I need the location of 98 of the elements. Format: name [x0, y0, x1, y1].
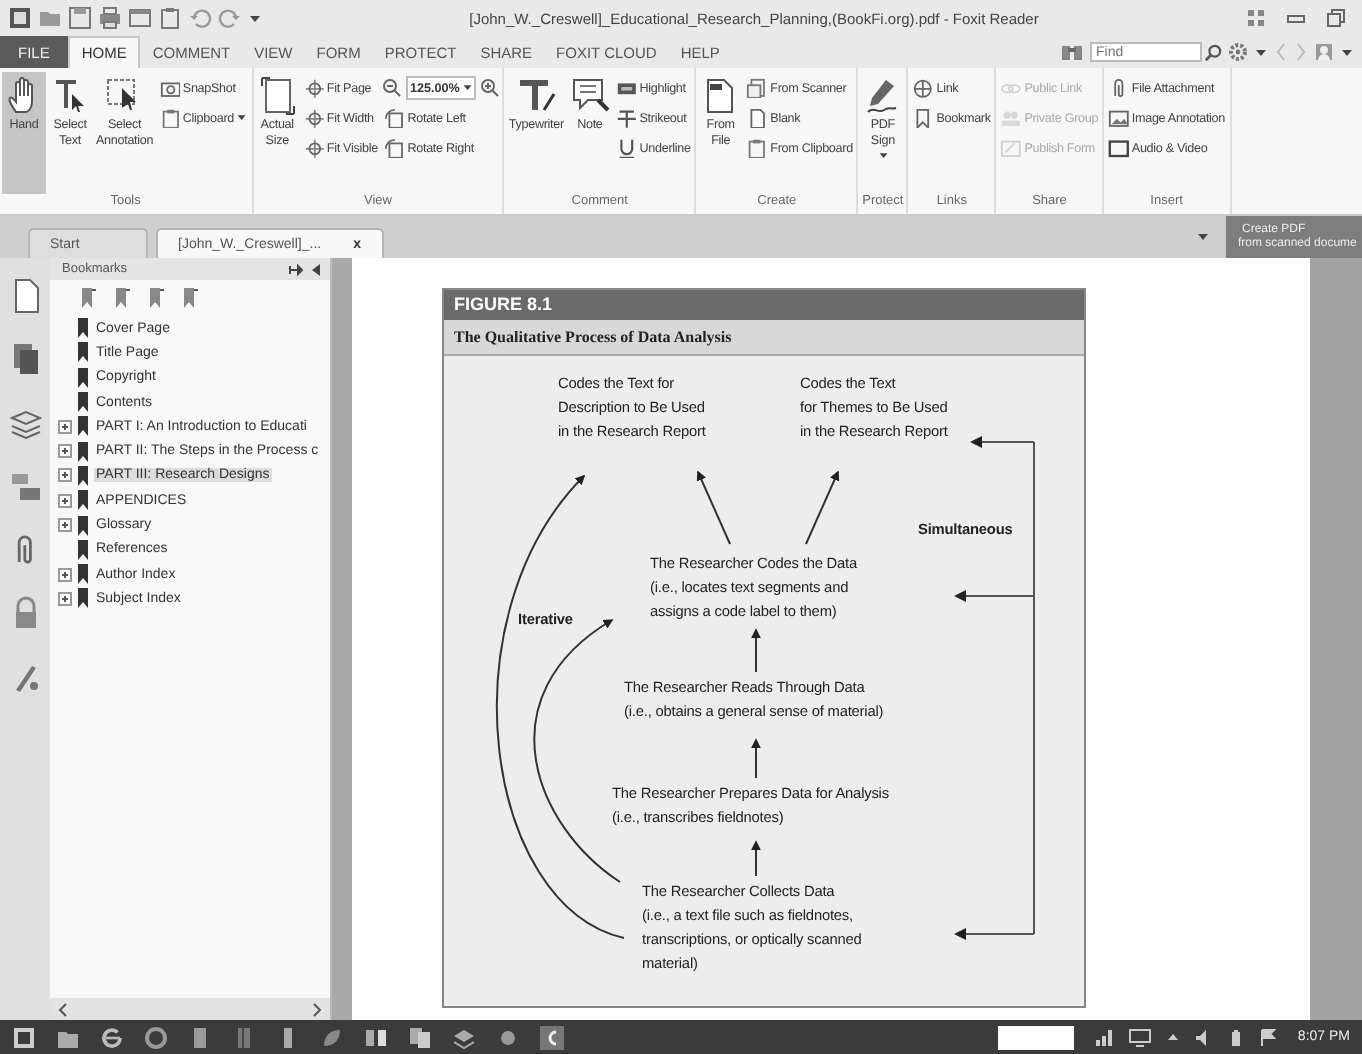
expander-icon[interactable]	[58, 518, 72, 533]
zoom-in-icon[interactable]	[480, 78, 501, 98]
text-tool-icon	[516, 76, 557, 116]
bookmark-icon	[76, 515, 90, 536]
caret-down-icon[interactable]	[1340, 45, 1354, 59]
dot-icon[interactable]	[496, 1025, 520, 1049]
form-icon	[1000, 137, 1023, 159]
expander-icon[interactable]	[58, 493, 72, 508]
caret-down-icon[interactable]	[1254, 45, 1268, 59]
expander-icon[interactable]	[58, 468, 72, 483]
bookmark-icon[interactable]	[180, 286, 200, 310]
layers-icon[interactable]	[452, 1025, 476, 1049]
rotate-icon	[383, 137, 406, 159]
bookmark-icon	[76, 392, 90, 413]
fit-icon	[303, 137, 325, 159]
expander-icon[interactable]	[58, 567, 72, 582]
expander-icon[interactable]	[58, 444, 72, 459]
bookmark-icon	[76, 367, 90, 388]
camera-icon	[159, 77, 181, 99]
arrow-head	[954, 928, 966, 940]
highlight-icon	[615, 77, 638, 99]
caret-down-icon[interactable]	[1196, 230, 1210, 244]
network-icon[interactable]	[1093, 1027, 1114, 1047]
gear-icon[interactable]	[1228, 42, 1248, 62]
figure-label: FIGURE 8.1	[444, 290, 1084, 320]
caret-down-icon[interactable]	[248, 11, 262, 25]
arrow-head	[954, 590, 966, 602]
clipboard-icon	[746, 137, 769, 159]
page-frame-icon	[257, 76, 298, 116]
arrow	[751, 738, 761, 779]
image-icon	[1108, 107, 1130, 129]
pages-icon[interactable]	[9, 342, 41, 378]
note-icon	[569, 76, 610, 116]
text-field[interactable]	[997, 1025, 1074, 1049]
ring-icon[interactable]	[100, 1025, 124, 1049]
arrow	[805, 470, 840, 545]
fit-icon	[303, 77, 325, 99]
arrow	[696, 470, 731, 545]
search-icon[interactable]	[1204, 43, 1222, 61]
arrow	[751, 628, 761, 673]
document-icon[interactable]	[188, 1025, 212, 1049]
pages-icon[interactable]	[408, 1025, 432, 1049]
binoculars-icon[interactable]	[1060, 40, 1084, 64]
globe-icon	[912, 77, 935, 99]
zoom-out-icon[interactable]	[381, 78, 402, 98]
expander-icon[interactable]	[58, 591, 72, 606]
caret-up-icon[interactable]	[1165, 1030, 1180, 1044]
scanner-icon	[746, 77, 769, 99]
figure-title: The Qualitative Process of Data Analysis	[444, 320, 1084, 356]
layers-icon[interactable]	[9, 406, 41, 442]
rotate-icon	[383, 107, 406, 129]
fit-icon	[303, 107, 325, 129]
caret-down-icon	[877, 150, 889, 162]
page-icon[interactable]	[9, 278, 41, 314]
start-icon[interactable]	[12, 1025, 36, 1049]
page-icon	[746, 107, 769, 129]
scroll-left-icon[interactable]	[56, 1001, 68, 1017]
bookmark-icon	[76, 588, 90, 609]
bookmark-icon	[76, 416, 90, 437]
leaf-icon[interactable]	[320, 1025, 344, 1049]
flag-icon[interactable]	[1257, 1027, 1278, 1047]
expander-icon[interactable]	[58, 419, 72, 434]
arrow	[751, 840, 761, 877]
bookmark-icon[interactable]	[78, 286, 98, 310]
restore-icon[interactable]	[1326, 8, 1346, 28]
film-icon	[1108, 137, 1130, 159]
caret-down-icon[interactable]	[461, 82, 473, 94]
circle-icon[interactable]	[144, 1025, 168, 1049]
window-icon[interactable]	[128, 6, 152, 30]
bookmark-icon	[76, 539, 90, 560]
app-logo-icon	[8, 6, 32, 30]
pin-icon[interactable]	[288, 261, 304, 277]
printer-icon[interactable]	[98, 6, 122, 30]
split-window-icon[interactable]	[364, 1025, 388, 1049]
bookmark-icon	[76, 441, 90, 462]
bookmark-icon[interactable]	[146, 286, 166, 310]
bookmark-icon[interactable]	[112, 286, 132, 310]
save-icon[interactable]	[68, 6, 92, 30]
bookmark-icon	[76, 564, 90, 585]
caret-down-icon	[236, 112, 248, 124]
text-select-icon	[50, 76, 90, 116]
monitor-icon[interactable]	[1127, 1027, 1152, 1047]
clipboard-icon	[159, 107, 181, 129]
strikeout-icon	[615, 107, 638, 129]
bookmark-icon	[76, 465, 90, 486]
scroll-right-icon[interactable]	[312, 1001, 324, 1017]
bookmark-icon	[912, 107, 935, 129]
clipboard-icon[interactable]	[158, 6, 182, 30]
underline-icon	[615, 137, 638, 159]
bookmark-icon	[76, 342, 90, 363]
grid-icon[interactable]	[1246, 8, 1266, 28]
triangle-left-icon[interactable]	[310, 261, 322, 277]
arrow-head	[970, 436, 982, 448]
group-icon	[1000, 107, 1023, 129]
bookmark-icon	[76, 490, 90, 511]
form-fields-icon[interactable]	[9, 470, 41, 506]
bookmark-icon	[76, 318, 90, 339]
book-icon[interactable]	[232, 1025, 256, 1049]
